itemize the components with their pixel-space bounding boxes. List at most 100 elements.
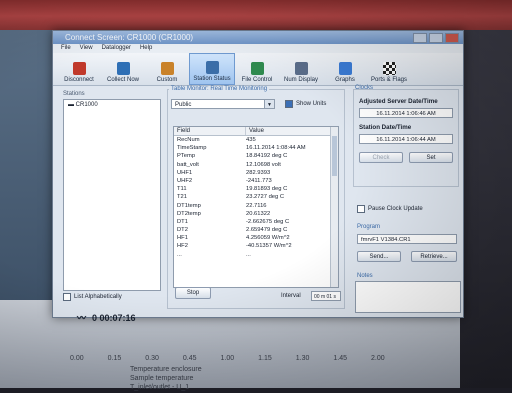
list-alphabetically-option[interactable]: List Alphabetically [63, 293, 122, 301]
table-select-value: Public [175, 102, 192, 108]
table-header: Field Value [174, 127, 338, 136]
field-name-cell: UHF2 [177, 177, 193, 184]
table-row[interactable]: T21 23.2727 deg C [174, 193, 338, 201]
scrollbar-thumb[interactable] [332, 136, 337, 176]
field-name-cell: batt_volt [177, 161, 199, 168]
table-row[interactable]: UHF1 282.9393 [174, 169, 338, 177]
menu-datalogger[interactable]: Datalogger [102, 44, 131, 53]
field-value-cell: -2.662675 deg C [246, 218, 290, 225]
num-display-icon [294, 62, 308, 75]
table-row[interactable]: T11 19.81893 deg C [174, 185, 338, 193]
field-value-cell: 23.2727 deg C [246, 194, 285, 201]
toolbar-label: Custom [156, 77, 178, 83]
menu-help[interactable]: Help [140, 44, 152, 53]
menu-bar: File View Datalogger Help [53, 44, 463, 53]
stations-list[interactable]: ▬ CR1000 [63, 99, 161, 291]
field-value-cell: 19.81893 deg C [246, 186, 288, 193]
list-alphabetically-checkbox[interactable] [63, 293, 71, 301]
chevron-down-icon[interactable]: ▼ [264, 100, 274, 108]
show-units-label: Show Units [296, 101, 327, 107]
table-select[interactable]: Public ▼ [171, 99, 275, 109]
file-control-button[interactable]: File Control [235, 53, 279, 85]
field-name-cell: PTemp [177, 153, 196, 160]
field-name-cell: UHF1 [177, 169, 193, 176]
field-name-cell: DT1temp [177, 202, 201, 209]
table-row[interactable]: HF1 4.256059 W/m^2 [174, 234, 338, 242]
set-button[interactable]: Set [409, 152, 453, 163]
tick-label: 0.15 [107, 355, 122, 362]
table-row[interactable]: PTemp 18.84192 deg C [174, 152, 338, 160]
graphs-icon [338, 62, 352, 75]
graph-x-ticks: 0.00 0.15 0.30 0.45 1.00 1.15 1.30 1.45 … [70, 355, 385, 362]
field-name-cell: DT2temp [177, 210, 201, 217]
show-units-option[interactable]: Show Units [285, 100, 326, 108]
table-monitor-title: Table Monitor: Real Time Monitoring [169, 86, 270, 92]
menu-view[interactable]: View [80, 44, 93, 53]
field-value-cell: 22.7116 [246, 202, 267, 209]
field-value-cell: 4.256059 W/m^2 [246, 235, 290, 242]
interval-label: Interval [281, 293, 301, 299]
stations-label: Stations [63, 91, 85, 97]
field-value-cell: 12.10698 volt [246, 161, 281, 168]
disconnect-button[interactable]: Disconnect [57, 53, 101, 85]
table-row[interactable]: ...... [174, 251, 338, 259]
send-button[interactable]: Send... [357, 251, 401, 262]
station-item-label: CR1000 [75, 102, 98, 108]
table-row[interactable]: DT2 2.659479 deg C [174, 226, 338, 234]
pause-clock-option[interactable]: Pause Clock Update [357, 205, 423, 213]
field-name-cell: DT1 [177, 218, 188, 225]
menu-file[interactable]: File [61, 44, 71, 53]
table-row[interactable]: HF2 -40.51357 W/m^2 [174, 242, 338, 250]
custom-button[interactable]: Custom [145, 53, 189, 85]
table-body: RecNum 435 TimeStamp 16.11.2014 1:08:44 AM P… [174, 136, 338, 259]
table-row[interactable]: TimeStamp 16.11.2014 1:08:44 AM [174, 144, 338, 152]
column-header-field[interactable]: Field [174, 127, 246, 135]
station-status-icon [205, 61, 219, 74]
toolbar-label: File Control [241, 77, 273, 83]
table-row[interactable]: UHF2 -2411.773 [174, 177, 338, 185]
pause-clock-checkbox[interactable] [357, 205, 365, 213]
tick-label: 0.30 [145, 355, 159, 362]
num-display-button[interactable]: Num Display [279, 53, 323, 85]
close-button[interactable] [445, 33, 459, 43]
field-value-cell: 20.61322 [246, 210, 271, 217]
table-row[interactable]: DT2temp 20.61322 [174, 210, 338, 218]
ports-flags-button[interactable]: Ports & Flags [367, 53, 411, 85]
column-header-value[interactable]: Value [246, 127, 331, 135]
collect-now-button[interactable]: Collect Now [101, 53, 145, 85]
station-item[interactable]: ▬ CR1000 [64, 100, 160, 110]
check-button[interactable]: Check [359, 152, 403, 163]
graphs-button[interactable]: Graphs [323, 53, 367, 85]
field-name-cell: DT2 [177, 227, 188, 234]
interval-field[interactable]: 00 m 01 s [311, 291, 341, 301]
table-row[interactable]: DT1temp 22.7116 [174, 202, 338, 210]
table-scrollbar[interactable] [330, 127, 338, 287]
stop-button[interactable]: Stop [175, 287, 211, 299]
window-titlebar[interactable]: Connect Screen: CR1000 (CR1000) [53, 31, 463, 44]
notes-field[interactable] [355, 281, 461, 313]
monitor-table[interactable]: Field Value RecNum 435 TimeStamp 16.11.2014… [173, 126, 339, 288]
table-row[interactable]: DT1 -2.662675 deg C [174, 218, 338, 226]
field-value-cell: 2.659479 deg C [246, 227, 288, 234]
field-value-cell: -2411.773 [246, 177, 272, 184]
show-units-checkbox[interactable] [285, 100, 293, 108]
retrieve-button[interactable]: Retrieve... [411, 251, 457, 262]
tick-label: 1.30 [295, 355, 310, 362]
toolbar-label: Collect Now [106, 77, 139, 83]
field-value-cell: -40.51357 W/m^2 [246, 243, 292, 250]
list-alphabetically-label: List Alphabetically [74, 294, 122, 300]
program-title: Program [357, 224, 381, 230]
station-status-button[interactable]: Station Status [189, 53, 235, 85]
minimize-button[interactable] [413, 33, 427, 43]
field-name-cell: HF1 [177, 235, 188, 242]
elapsed-time: 0 00:07:16 [92, 312, 136, 323]
connect-screen-window: Connect Screen: CR1000 (CR1000) File Vie… [52, 30, 464, 323]
field-name-cell: ... [177, 251, 182, 258]
station-time-field: 16.11.2014 1:06:44 AM [359, 134, 453, 144]
maximize-button[interactable] [429, 33, 443, 43]
toolbar-label: Num Display [283, 77, 318, 83]
legend-entry: Sample temperature [130, 375, 194, 382]
legend-entry: Temperature enclosure [130, 366, 202, 373]
table-row[interactable]: RecNum 435 [174, 136, 338, 144]
table-row[interactable]: batt_volt 12.10698 volt [174, 161, 338, 169]
